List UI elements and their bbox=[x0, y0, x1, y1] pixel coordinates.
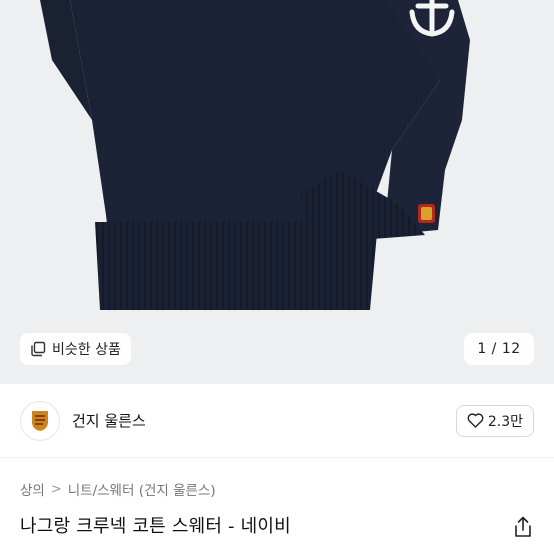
brand-name[interactable]: 건지 울른스 bbox=[72, 410, 146, 431]
product-photo-sweater bbox=[40, 0, 470, 310]
breadcrumb-item-category[interactable]: 상의 bbox=[20, 479, 45, 499]
copy-squares-icon bbox=[30, 341, 46, 357]
breadcrumb: 상의 > 니트/스웨터 (건지 울른스) bbox=[20, 479, 216, 500]
share-button[interactable] bbox=[512, 515, 534, 539]
lion-crest-icon bbox=[32, 410, 48, 431]
similar-products-label: 비슷한 상품 bbox=[52, 342, 121, 358]
like-count: 2.3만 bbox=[487, 413, 523, 430]
brand-logo[interactable] bbox=[20, 400, 60, 441]
similar-products-button[interactable]: 비슷한 상품 bbox=[20, 333, 131, 365]
brand-row[interactable]: 건지 울른스 2.3만 bbox=[0, 384, 554, 458]
image-page-counter: 1 / 12 bbox=[464, 333, 534, 365]
heart-outline-icon bbox=[467, 413, 484, 428]
like-button[interactable]: 2.3만 bbox=[455, 404, 534, 437]
share-icon bbox=[515, 516, 531, 537]
breadcrumb-item-subcategory[interactable]: 니트/스웨터 (건지 울른스) bbox=[68, 479, 216, 499]
chevron-right-icon: > bbox=[50, 481, 62, 497]
product-image-carousel[interactable]: 비슷한 상품 1 / 12 bbox=[0, 0, 554, 384]
product-title: 나그랑 크루넥 코튼 스웨터 - 네이비 bbox=[20, 516, 291, 537]
